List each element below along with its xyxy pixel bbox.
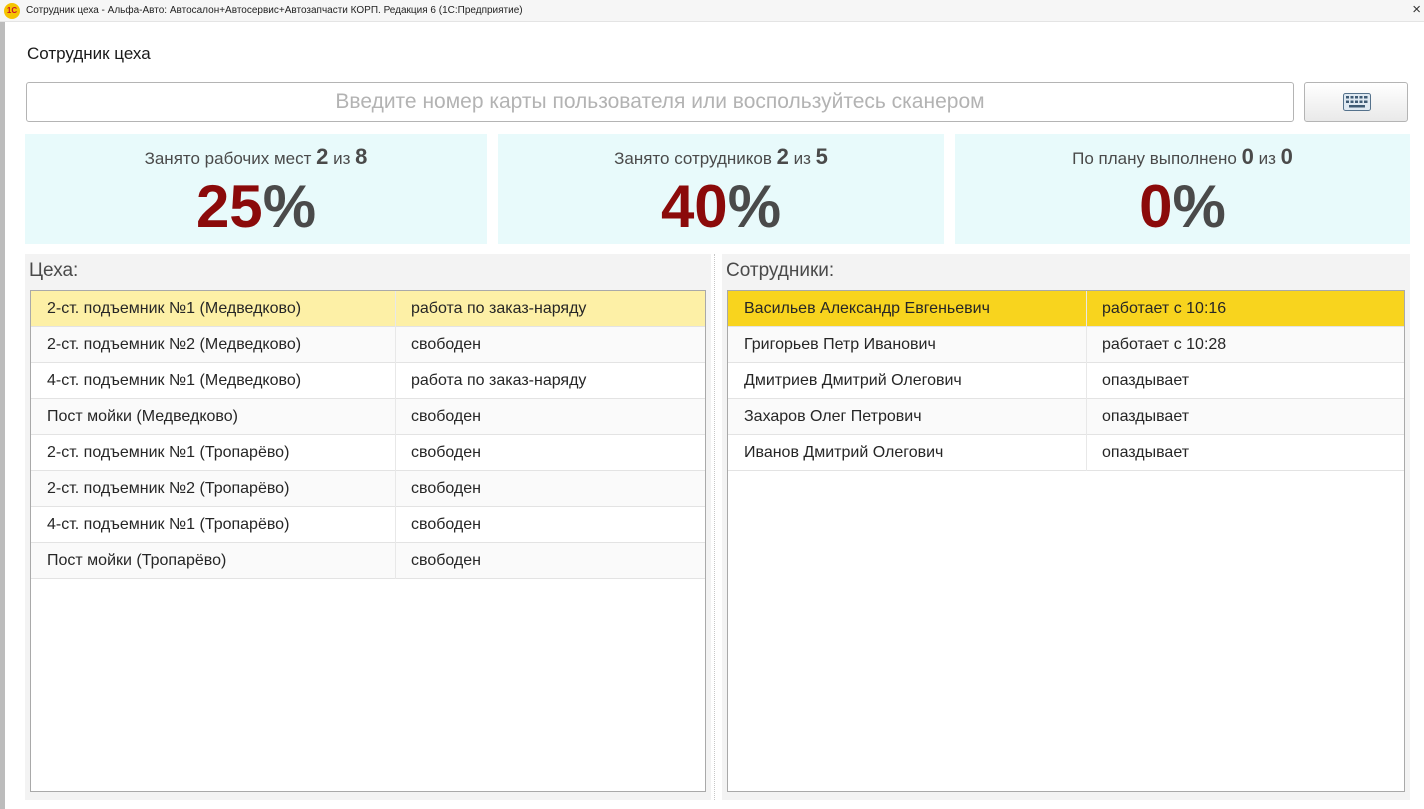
- workshops-group: Цеха: 2-ст. подъемник №1 (Медведково) раб…: [25, 254, 711, 800]
- stat-panel-plan: По плану выполнено 0 из 0 0%: [955, 134, 1410, 244]
- row-status: свободен: [411, 444, 481, 461]
- column-separator: [395, 363, 396, 399]
- stat-employees-percent: 40%: [660, 173, 782, 240]
- column-separator: [1086, 435, 1087, 471]
- stat-sep: из: [793, 149, 811, 168]
- employees-title: Сотрудники:: [726, 260, 835, 281]
- table-row[interactable]: Васильев Александр Евгеньевич работает с …: [728, 291, 1404, 327]
- stat-value: 0: [1241, 144, 1254, 169]
- table-row[interactable]: Захаров Олег Петрович опаздывает: [728, 399, 1404, 435]
- close-icon[interactable]: ×: [1412, 1, 1421, 18]
- window-titlebar: 1С Сотрудник цеха - Альфа-Авто: Автосало…: [0, 0, 1424, 22]
- table-row[interactable]: Пост мойки (Тропарёво) свободен: [31, 543, 705, 579]
- stat-value: 2: [776, 144, 789, 169]
- row-status: свободен: [411, 516, 481, 533]
- table-row[interactable]: 2-ст. подъемник №1 (Медведково) работа по…: [31, 291, 705, 327]
- group-separator: [714, 254, 715, 800]
- column-separator: [1086, 291, 1087, 327]
- column-separator: [395, 507, 396, 543]
- keyboard-icon: [1343, 93, 1371, 111]
- column-separator: [395, 543, 396, 579]
- row-status: работает с 10:28: [1102, 336, 1227, 353]
- stat-panel-workplaces: Занято рабочих мест 2 из 8 25%: [25, 134, 487, 244]
- table-row[interactable]: 2-ст. подъемник №2 (Тропарёво) свободен: [31, 471, 705, 507]
- row-name: Захаров Олег Петрович: [744, 408, 922, 425]
- stat-total: 8: [355, 144, 368, 169]
- keyboard-button[interactable]: [1304, 82, 1408, 122]
- stat-plan-percent: 0%: [1139, 173, 1226, 240]
- stat-panel-employees: Занято сотрудников 2 из 5 40%: [498, 134, 944, 244]
- row-name: 2-ст. подъемник №2 (Медведково): [47, 336, 302, 353]
- window-left-edge: [0, 22, 5, 809]
- table-row[interactable]: 4-ст. подъемник №1 (Тропарёво) свободен: [31, 507, 705, 543]
- stat-sep: из: [1258, 149, 1276, 168]
- row-status: работа по заказ-наряду: [411, 300, 587, 317]
- stat-value: 2: [316, 144, 329, 169]
- column-separator: [1086, 363, 1087, 399]
- workshops-table[interactable]: 2-ст. подъемник №1 (Медведково) работа по…: [30, 290, 706, 792]
- row-status: опаздывает: [1102, 408, 1190, 425]
- stat-workplaces-line: Занято рабочих мест 2 из 8: [25, 134, 487, 170]
- form-title: Сотрудник цеха: [27, 44, 151, 63]
- stat-workplaces-percent: 25%: [195, 173, 317, 240]
- table-row[interactable]: Григорьев Петр Иванович работает с 10:28: [728, 327, 1404, 363]
- row-name: Иванов Дмитрий Олегович: [744, 444, 944, 461]
- stat-total: 0: [1280, 144, 1293, 169]
- row-status: свободен: [411, 408, 481, 425]
- row-name: 2-ст. подъемник №1 (Медведково): [47, 300, 302, 317]
- table-row[interactable]: 4-ст. подъемник №1 (Медведково) работа по…: [31, 363, 705, 399]
- column-separator: [395, 399, 396, 435]
- workshops-title: Цеха:: [29, 260, 79, 281]
- table-row[interactable]: Дмитриев Дмитрий Олегович опаздывает: [728, 363, 1404, 399]
- row-status: свободен: [411, 336, 481, 353]
- employees-group: Сотрудники: Васильев Александр Евгеньеви…: [722, 254, 1410, 800]
- stat-sep: из: [333, 149, 351, 168]
- column-separator: [1086, 327, 1087, 363]
- row-name: 4-ст. подъемник №1 (Медведково): [47, 372, 302, 389]
- row-name: 2-ст. подъемник №2 (Тропарёво): [47, 480, 290, 497]
- table-row[interactable]: Иванов Дмитрий Олегович опаздывает: [728, 435, 1404, 471]
- card-number-input[interactable]: [26, 82, 1294, 122]
- row-status: работает с 10:16: [1102, 300, 1227, 317]
- table-row[interactable]: 2-ст. подъемник №1 (Тропарёво) свободен: [31, 435, 705, 471]
- column-separator: [1086, 399, 1087, 435]
- stat-label: Занято рабочих мест: [144, 149, 312, 168]
- column-separator: [395, 435, 396, 471]
- app-logo-icon: 1С: [4, 3, 20, 19]
- stat-employees-line: Занято сотрудников 2 из 5: [498, 134, 944, 170]
- row-status: свободен: [411, 480, 481, 497]
- employees-table[interactable]: Васильев Александр Евгеньевич работает с …: [727, 290, 1405, 792]
- column-separator: [395, 291, 396, 327]
- stat-label: Занято сотрудников: [614, 149, 772, 168]
- row-status: работа по заказ-наряду: [411, 372, 587, 389]
- row-name: Григорьев Петр Иванович: [744, 336, 936, 353]
- stat-label: По плану выполнено: [1072, 149, 1237, 168]
- stat-plan-line: По плану выполнено 0 из 0: [955, 134, 1410, 170]
- stat-total: 5: [815, 144, 828, 169]
- row-name: 4-ст. подъемник №1 (Тропарёво): [47, 516, 290, 533]
- row-status: опаздывает: [1102, 444, 1190, 461]
- table-row[interactable]: 2-ст. подъемник №2 (Медведково) свободен: [31, 327, 705, 363]
- row-name: Дмитриев Дмитрий Олегович: [744, 372, 962, 389]
- column-separator: [395, 471, 396, 507]
- column-separator: [395, 327, 396, 363]
- row-status: опаздывает: [1102, 372, 1190, 389]
- row-name: Пост мойки (Тропарёво): [47, 552, 227, 569]
- table-row[interactable]: Пост мойки (Медведково) свободен: [31, 399, 705, 435]
- row-name: 2-ст. подъемник №1 (Тропарёво): [47, 444, 290, 461]
- row-name: Пост мойки (Медведково): [47, 408, 238, 425]
- row-status: свободен: [411, 552, 481, 569]
- row-name: Васильев Александр Евгеньевич: [744, 300, 990, 317]
- window-title: Сотрудник цеха - Альфа-Авто: Автосалон+А…: [26, 5, 523, 16]
